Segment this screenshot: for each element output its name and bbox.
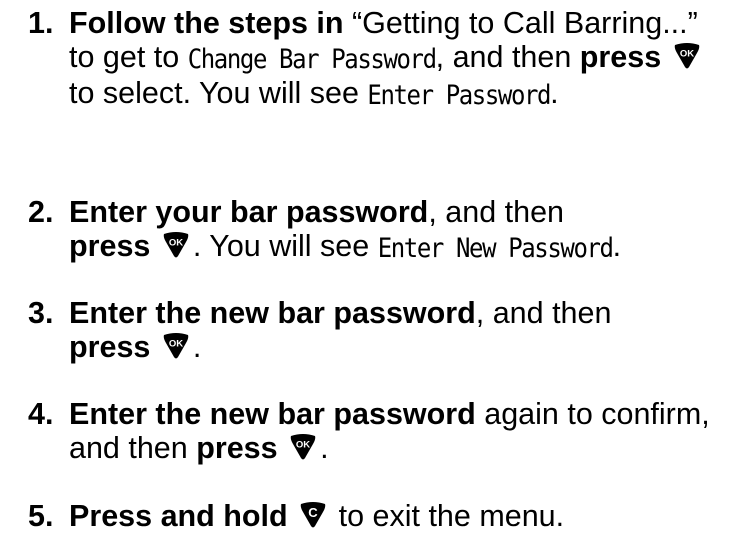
- step-text-fragment: .: [550, 76, 559, 110]
- svg-text:OK: OK: [296, 440, 310, 451]
- press-text: press: [69, 330, 151, 364]
- step-text-fragment: , and then: [435, 40, 580, 74]
- svg-text:C: C: [308, 505, 318, 520]
- step-text-fragment: .: [612, 229, 622, 263]
- screen-text-change-bar-password: Change Bar Password: [187, 43, 437, 75]
- step-number: 4.: [28, 397, 54, 431]
- svg-text:OK: OK: [680, 49, 694, 60]
- step-lead-text: Press and hold: [69, 499, 288, 533]
- svg-text:OK: OK: [169, 238, 183, 249]
- press-text: press: [196, 431, 278, 465]
- ok-key-icon: OK: [672, 42, 702, 70]
- step-text: Press and hold C to exit the menu.: [69, 499, 729, 533]
- ok-key-icon: OK: [288, 433, 318, 461]
- step-lead-text: Follow the steps in: [69, 6, 344, 40]
- step-text-fragment: , and then: [428, 195, 564, 229]
- press-text: press: [69, 229, 151, 263]
- step-number: 3.: [28, 296, 54, 330]
- svg-text:OK: OK: [169, 339, 183, 350]
- step-text: Enter the new bar password again to conf…: [69, 397, 729, 465]
- step-text: Enter your bar password, and then press O…: [69, 195, 729, 265]
- step-number: 2.: [28, 195, 54, 229]
- step-text-fragment: .: [320, 431, 329, 465]
- screen-text-enter-new-password: Enter New Password: [377, 232, 614, 264]
- screen-text-enter-password: Enter Password: [367, 79, 551, 111]
- step-lead-text: Enter your bar password: [69, 195, 429, 229]
- press-text: press: [579, 40, 662, 74]
- step-text-fragment: .: [192, 330, 202, 364]
- step-text-fragment: to exit the menu.: [330, 499, 565, 533]
- step-text-fragment: , and then: [475, 296, 612, 330]
- step-text-fragment: . You will see: [192, 229, 378, 263]
- step-number: 5.: [28, 499, 54, 533]
- step-lead-text: Enter the new bar password: [69, 296, 476, 330]
- ok-key-icon: OK: [161, 332, 191, 360]
- clear-key-icon: C: [298, 501, 328, 529]
- step-number: 1.: [28, 6, 54, 40]
- step-text-fragment: to select. You will see: [69, 76, 368, 110]
- step-text: Follow the steps in “Getting to Call Bar…: [69, 6, 729, 112]
- ok-key-icon: OK: [161, 231, 191, 259]
- step-lead-text: Enter the new bar password: [69, 397, 476, 431]
- step-text: Enter the new bar password, and then pres…: [69, 296, 729, 364]
